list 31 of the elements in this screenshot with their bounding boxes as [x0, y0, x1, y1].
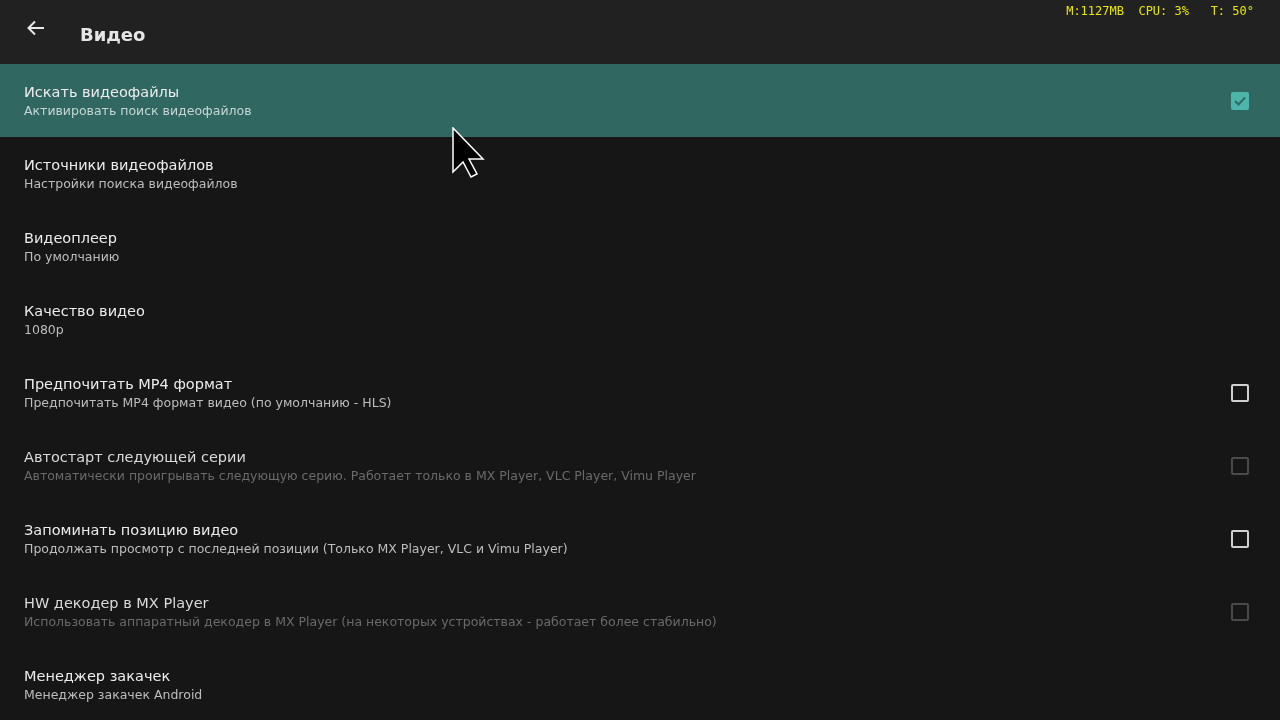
- item-summary: 1080p: [24, 320, 65, 339]
- item-title: Менеджер закачек: [24, 666, 172, 686]
- settings-item[interactable]: Запоминать позицию видео Продолжать просмотр с последней позиции (Только MX Player, VLC и Vimu Player): [0, 502, 1280, 575]
- settings-item[interactable]: Источники видеофайлов Настройки поиска видеофайлов: [0, 137, 1280, 210]
- item-title: Источники видеофайлов: [24, 155, 215, 175]
- checkmark-icon: [1234, 95, 1246, 106]
- item-summary: Предпочитать MP4 формат видео (по умолчанию - HLS): [24, 393, 392, 412]
- settings-item[interactable]: Искать видеофайлы Активировать поиск видеофайлов: [0, 64, 1280, 137]
- item-title: Предпочитать MP4 формат: [24, 374, 234, 394]
- item-summary: Менеджер закачек Android: [24, 685, 203, 704]
- back-arrow-icon: [27, 20, 45, 36]
- item-title: Запоминать позицию видео: [24, 520, 240, 540]
- item-summary: Продолжать просмотр с последней позиции (Только MX Player, VLC и Vimu Player): [24, 539, 568, 558]
- item-title: Автостарт следующей серии: [24, 447, 247, 467]
- settings-item[interactable]: Видеоплеер По умолчанию: [0, 210, 1280, 283]
- system-stats: M:1127MB CPU: 3% T: 50°: [1066, 3, 1254, 20]
- settings-item[interactable]: Менеджер закачек Менеджер закачек Android: [0, 648, 1280, 720]
- toolbar-title: Видео: [80, 23, 146, 47]
- item-title: HW декодер в MX Player: [24, 593, 210, 613]
- item-summary: Автоматически проигрывать следующую серию. Работает только в MX Player, VLC Player, Vimu Player: [24, 466, 696, 485]
- settings-item[interactable]: Предпочитать MP4 формат Предпочитать MP4 формат видео (по умолчанию - HLS): [0, 356, 1280, 429]
- checkbox[interactable]: [1231, 91, 1249, 110]
- item-summary: Настройки поиска видеофайлов: [24, 174, 238, 193]
- item-title: Видеоплеер: [24, 228, 118, 248]
- item-title: Качество видео: [24, 301, 145, 321]
- item-summary: По умолчанию: [24, 247, 120, 266]
- item-title: Искать видеофайлы: [24, 82, 181, 102]
- item-summary: Активировать поиск видеофайлов: [24, 101, 252, 120]
- mouse-pointer-icon: [452, 127, 485, 178]
- settings-item[interactable]: Качество видео 1080p: [0, 283, 1280, 356]
- item-summary: Использовать аппаратный декодер в MX Player (на некоторых устройствах - работает более стабильно): [24, 612, 717, 631]
